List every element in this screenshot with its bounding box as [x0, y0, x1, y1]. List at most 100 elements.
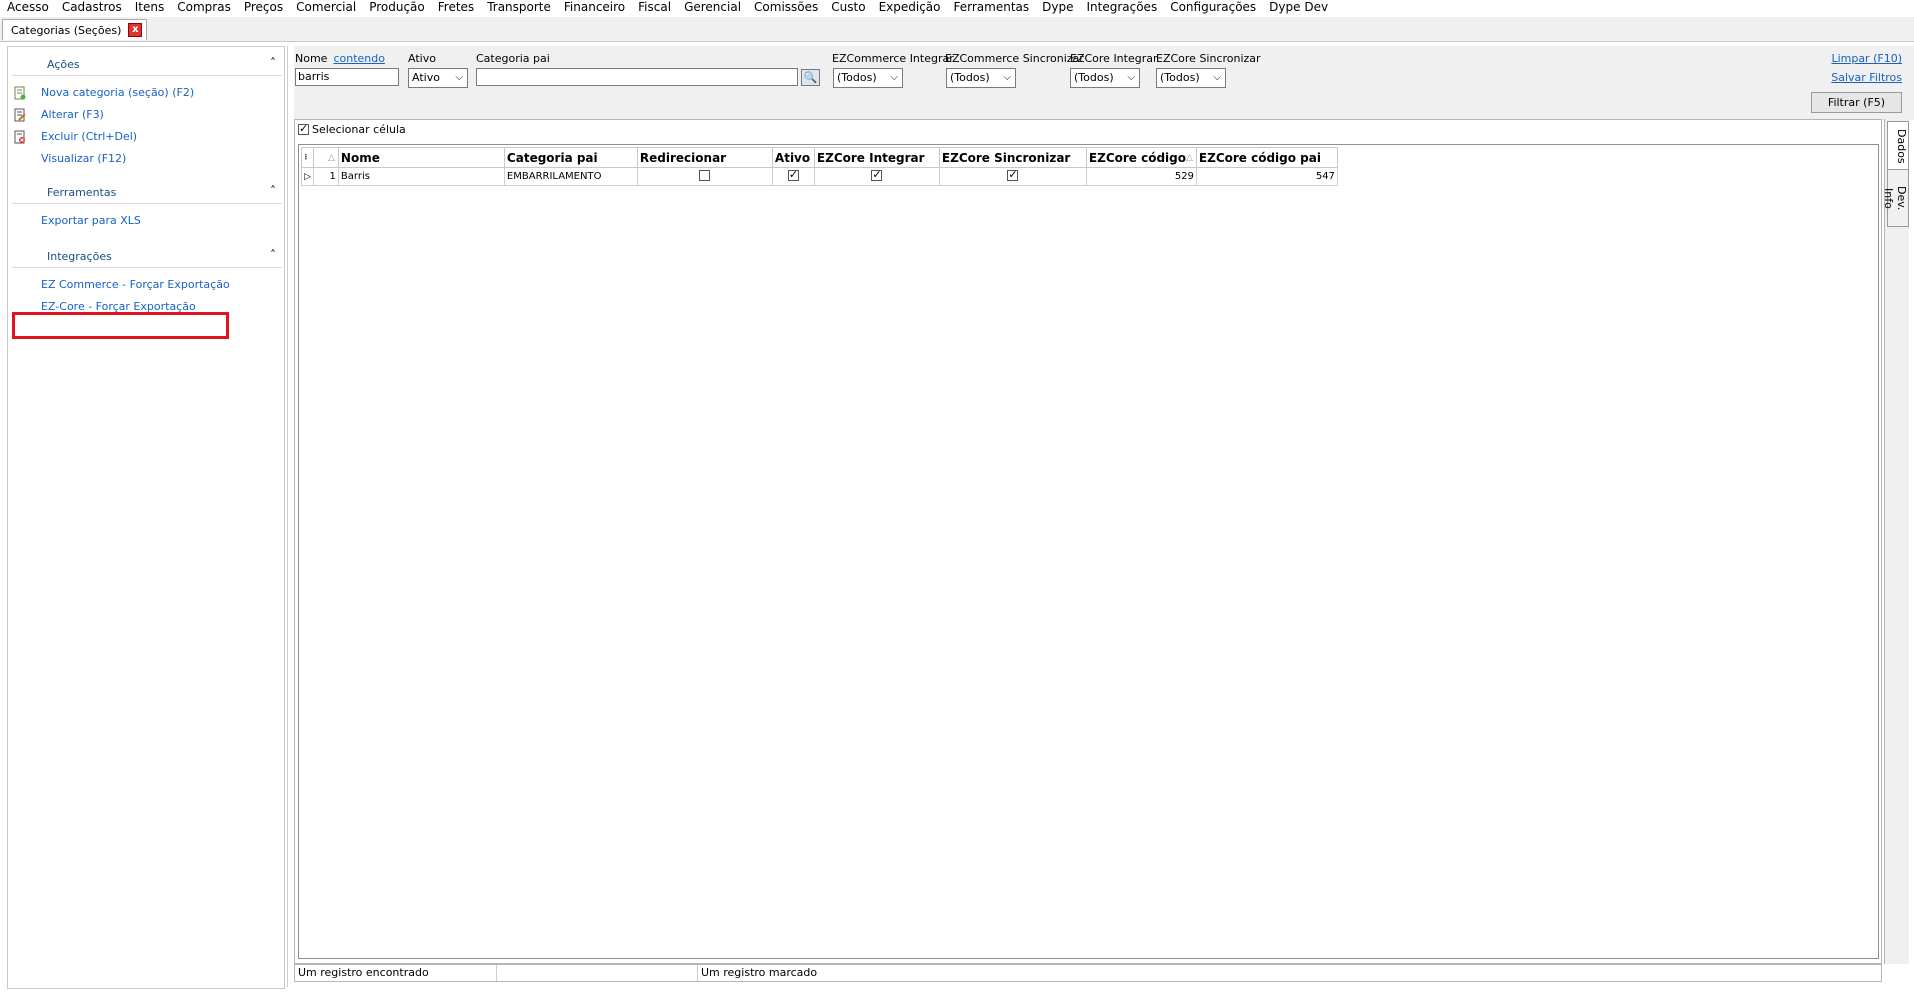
side-item-label: Alterar (F3)	[41, 108, 104, 121]
nome-label: Nome	[295, 52, 328, 65]
menu-dype[interactable]: Dype	[1035, 0, 1079, 16]
ezcommerce-integrar-select[interactable]: (Todos) ⌵	[833, 68, 903, 88]
group-integracoes-header[interactable]: Integrações ˄	[12, 245, 282, 268]
menu-fiscal[interactable]: Fiscal	[631, 0, 677, 16]
menu-financeiro[interactable]: Financeiro	[557, 0, 631, 16]
table-row[interactable]: ▷ 1 Barris EMBARRILAMENTO 529 547	[301, 167, 1338, 186]
redirecionar-checkbox[interactable]	[699, 169, 711, 181]
col-header-ezcore-codigo-pai[interactable]: EZCore código pai	[1195, 147, 1338, 168]
cell-categoria-pai[interactable]: EMBARRILAMENTO	[503, 167, 638, 186]
new-category-action[interactable]: Nova categoria (seção) (F2)	[8, 82, 284, 104]
column-chooser-icon[interactable]: ⠇	[301, 147, 314, 168]
chevron-up-icon[interactable]: ˄	[270, 184, 276, 198]
menu-dype-dev[interactable]: Dype Dev	[1262, 0, 1334, 16]
ezcommerce-force-export-action[interactable]: EZ Commerce - Forçar Exportação	[8, 274, 284, 296]
menu-ferramentas[interactable]: Ferramentas	[947, 0, 1036, 16]
menu-integracoes[interactable]: Integrações	[1079, 0, 1163, 16]
tab-label: Categorias (Seções)	[11, 23, 122, 37]
cell-ativo[interactable]	[771, 167, 815, 186]
save-filters-link[interactable]: Salvar Filtros	[1831, 71, 1902, 84]
group-acoes-header[interactable]: Ações ˄	[12, 53, 282, 76]
filter-panel: Nome contendo barris Ativo Ativo ⌵ Categor…	[294, 46, 1914, 120]
categoria-pai-input[interactable]	[476, 68, 798, 86]
menu-comercial[interactable]: Comercial	[289, 0, 362, 16]
col-header-redirecionar[interactable]: Redirecionar	[636, 147, 773, 168]
menu-bar: Acesso Cadastros Itens Compras Preços Co…	[0, 0, 1914, 16]
menu-cadastros[interactable]: Cadastros	[55, 0, 128, 16]
group-ferramentas-title: Ferramentas	[47, 186, 117, 199]
tab-categorias[interactable]: Categorias (Seções) x	[2, 19, 148, 40]
menu-producao[interactable]: Produção	[362, 0, 431, 16]
row-indicator-icon: ▷	[301, 167, 314, 186]
clear-filters-link[interactable]: Limpar (F10)	[1831, 52, 1902, 65]
new-document-icon	[14, 86, 26, 100]
delete-document-icon	[14, 130, 25, 144]
delete-action[interactable]: Excluir (Ctrl+Del)	[8, 126, 284, 148]
chevron-up-icon[interactable]: ˄	[270, 248, 276, 262]
group-ferramentas-header[interactable]: Ferramentas ˄	[12, 181, 282, 204]
menu-compras[interactable]: Compras	[170, 0, 237, 16]
table-header-row: ⠇ △ Nome Categoria pai Redirecionar Ativ…	[301, 147, 1338, 168]
ativo-select-value: Ativo	[412, 71, 440, 84]
select-value: (Todos)	[950, 71, 990, 84]
side-item-label: EZ Commerce - Forçar Exportação	[41, 278, 230, 291]
tab-dev-info[interactable]: Dev. Info	[1882, 169, 1909, 227]
row-number-header[interactable]: △	[312, 147, 339, 168]
nome-mode-link[interactable]: contendo	[333, 52, 385, 65]
view-action[interactable]: Visualizar (F12)	[8, 148, 284, 170]
cell-ezcore-sincronizar[interactable]	[938, 167, 1087, 186]
col-header-ativo[interactable]: Ativo	[771, 147, 815, 168]
select-cell-option[interactable]: Selecionar célula	[298, 122, 406, 136]
cell-ezcore-codigo-pai[interactable]: 547	[1195, 167, 1338, 186]
splitter[interactable]	[287, 46, 288, 987]
cell-ezcore-codigo[interactable]: 529	[1085, 167, 1197, 186]
ativo-select[interactable]: Ativo ⌵	[408, 68, 468, 88]
binoculars-search-icon[interactable]: 🔍	[801, 69, 820, 86]
col-header-nome[interactable]: Nome	[337, 147, 505, 168]
row-number: 1	[312, 167, 339, 186]
export-xls-action[interactable]: Exportar para XLS	[8, 210, 284, 232]
ezcommerce-sincronizar-select[interactable]: (Todos) ⌵	[946, 68, 1016, 88]
ezcore-sincronizar-checkbox[interactable]	[1007, 169, 1019, 181]
nome-input[interactable]: barris	[295, 68, 399, 86]
menu-transporte[interactable]: Transporte	[480, 0, 557, 16]
cell-redirecionar[interactable]	[636, 167, 773, 186]
categories-table: ⠇ △ Nome Categoria pai Redirecionar Ativ…	[301, 147, 1338, 186]
edit-action[interactable]: Alterar (F3)	[8, 104, 284, 126]
col-header-ezcore-codigo-label: EZCore código	[1088, 150, 1186, 165]
menu-itens[interactable]: Itens	[128, 0, 170, 16]
cell-nome[interactable]: Barris	[337, 167, 505, 186]
menu-comissoes[interactable]: Comissões	[747, 0, 824, 16]
cell-ezcore-integrar[interactable]	[813, 167, 940, 186]
highlight-annotation-box	[12, 312, 229, 339]
close-icon[interactable]: x	[128, 23, 143, 37]
ativo-label: Ativo	[408, 52, 436, 65]
ezcommerce-integrar-label: EZCommerce Integrar	[832, 52, 954, 65]
col-header-ezcore-codigo[interactable]: EZCore código △	[1085, 147, 1197, 168]
categoria-pai-label: Categoria pai	[476, 52, 550, 65]
group-acoes-title: Ações	[47, 58, 80, 71]
menu-configuracoes[interactable]: Configurações	[1163, 0, 1262, 16]
edit-document-icon	[14, 108, 26, 122]
ezcore-integrar-select[interactable]: (Todos) ⌵	[1070, 68, 1140, 88]
menu-expedicao[interactable]: Expedição	[872, 0, 947, 16]
status-records-marked: Um registro marcado	[701, 966, 818, 979]
menu-acesso[interactable]: Acesso	[0, 0, 55, 16]
tab-dados[interactable]: Dados	[1887, 121, 1909, 171]
menu-custo[interactable]: Custo	[824, 0, 871, 16]
col-header-categoria-pai[interactable]: Categoria pai	[503, 147, 638, 168]
chevron-up-icon[interactable]: ˄	[270, 56, 276, 70]
col-header-ezcore-sincronizar[interactable]: EZCore Sincronizar	[938, 147, 1087, 168]
data-grid: ⠇ △ Nome Categoria pai Redirecionar Ativ…	[298, 144, 1879, 959]
ativo-checkbox[interactable]	[787, 169, 799, 181]
ezcore-integrar-checkbox[interactable]	[871, 169, 883, 181]
chevron-down-icon: ⌵	[1127, 72, 1135, 83]
filter-button[interactable]: Filtrar (F5)	[1811, 92, 1902, 113]
ezcore-integrar-label: EZCore Integrar	[1070, 52, 1158, 65]
col-header-ezcore-integrar[interactable]: EZCore Integrar	[813, 147, 940, 168]
ezcore-sincronizar-select[interactable]: (Todos) ⌵	[1156, 68, 1226, 88]
menu-fretes[interactable]: Fretes	[431, 0, 480, 16]
menu-precos[interactable]: Preços	[237, 0, 289, 16]
menu-gerencial[interactable]: Gerencial	[677, 0, 747, 16]
select-cell-checkbox[interactable]	[298, 122, 309, 135]
